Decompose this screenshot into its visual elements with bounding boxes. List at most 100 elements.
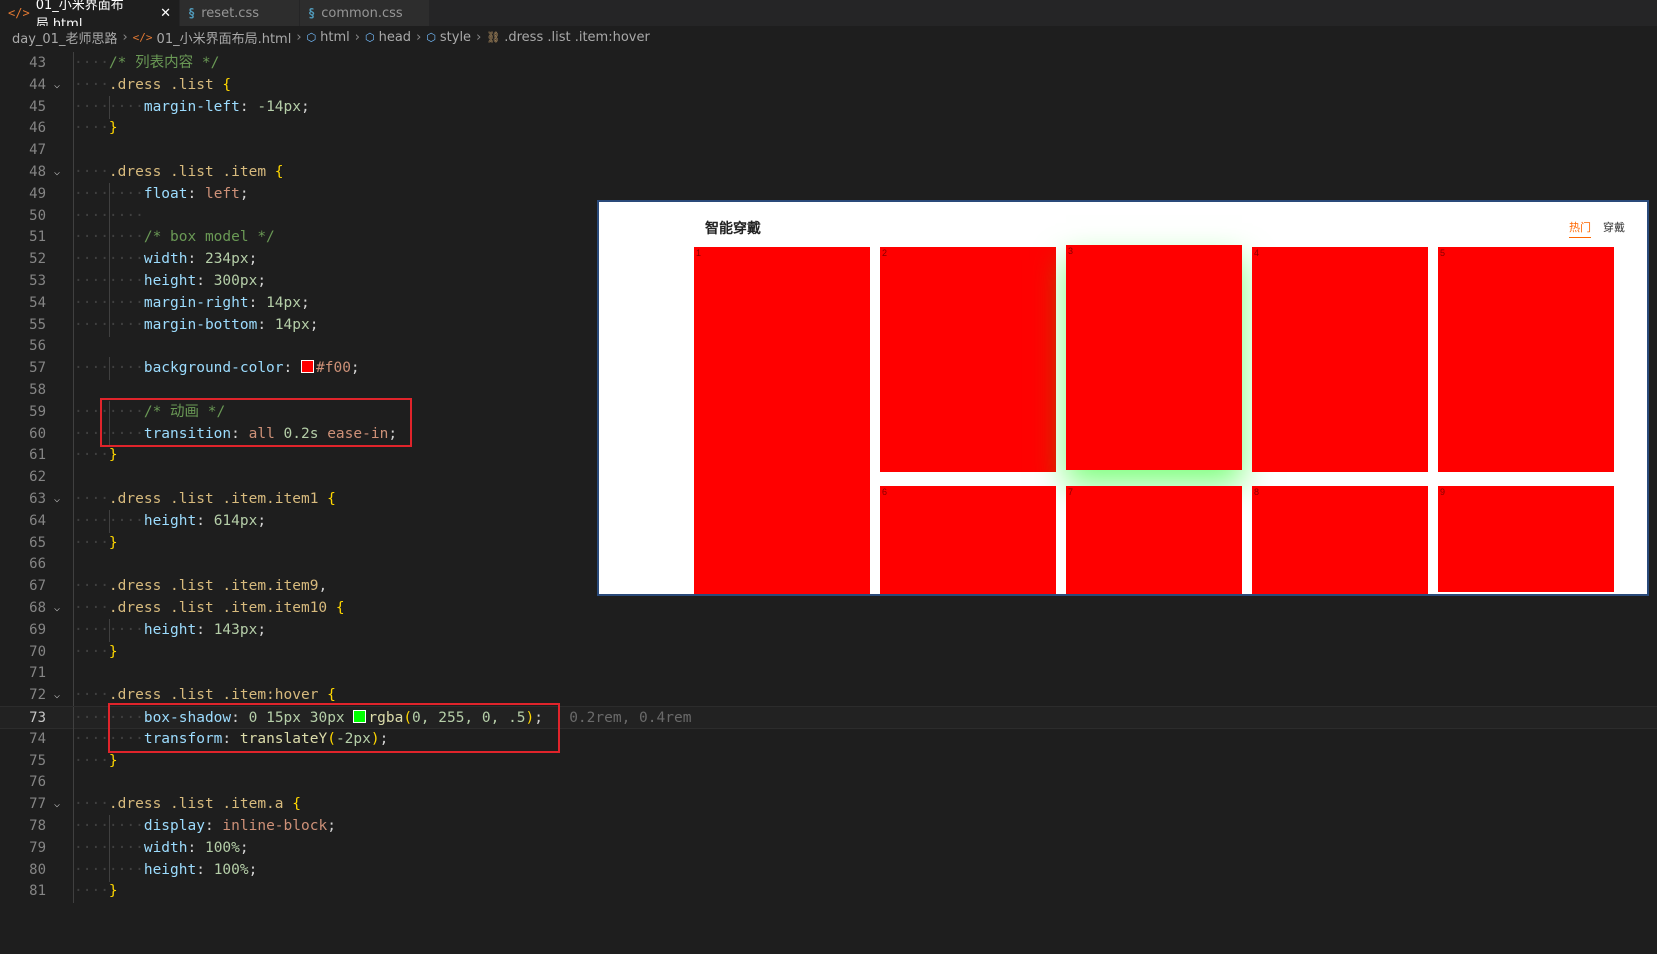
code-token: .dress .list .item:hover [108,687,328,704]
fold-chevron-icon[interactable]: ⌵ [54,161,60,184]
line-number: 49 [29,185,46,202]
editor-tab-label: common.css [321,5,403,21]
code-token: 143px [213,621,258,638]
product-card[interactable]: 7 [1066,486,1242,594]
code-line[interactable]: 68 ⌵ ····.dress .list .item.item10 { [0,597,1657,620]
code-token: : [187,251,205,268]
line-number: 54 [29,294,46,311]
code-line[interactable]: 75 ····} [0,749,1657,773]
line-number: 66 [29,556,46,573]
line-number: 62 [29,469,46,486]
product-card[interactable]: 4 [1252,247,1428,472]
code-token: : [248,294,267,311]
product-card[interactable]: 9 [1438,486,1614,592]
code-line[interactable]: 77 ⌵ ····.dress .list .item.a { [0,793,1657,817]
line-number: 71 [29,665,46,682]
code-line[interactable]: 81 ····} [0,880,1657,904]
code-text: ········height: 143px; [74,621,267,638]
code-token: .dress .list .item [108,164,275,180]
fold-chevron-icon[interactable]: ⌵ [54,684,60,707]
color-swatch[interactable] [301,360,314,374]
line-number: 48 [29,164,46,180]
product-card[interactable]: 6 [880,486,1056,594]
line-number: 58 [29,382,46,398]
breadcrumb-item[interactable]: .dress .list .item:hover [504,30,650,45]
code-text: ········height: 614px; [74,512,267,529]
code-line[interactable]: 79 ········width: 100%; [0,836,1657,860]
code-line[interactable]: 70 ····} [0,640,1657,664]
code-text: ····.dress .list .item.item10 { [74,600,345,616]
editor-tab[interactable]: § reset.css [180,0,300,26]
code-token: { [335,600,345,616]
code-line[interactable]: 45 ········margin-left: -14px; [0,95,1657,119]
fold-chevron-icon[interactable]: ⌵ [54,597,60,620]
code-token: 100% [213,861,249,878]
css-file-icon: § [188,6,196,20]
product-card[interactable]: 2 [880,247,1056,472]
element-icon: ⬡ [426,30,436,44]
code-text: ········height: 100%; [74,861,258,878]
code-line[interactable]: 43 ····/* 列表内容 */ [0,52,1657,75]
code-line[interactable]: 46 ····} [0,117,1657,141]
code-line[interactable]: 44 ⌵ ····.dress .list { [0,73,1657,97]
code-token: : [239,98,258,115]
preview-tab-wearables[interactable]: 穿戴 [1603,219,1625,238]
code-token: ; [257,621,267,638]
editor-tab-bar: </> 01_小米界面布局.html ✕ § reset.css § common.css [0,0,1657,32]
code-token: /* box model */ [143,229,275,246]
preview-section-title: 智能穿戴 [705,220,761,236]
editor-tab[interactable]: </> 01_小米界面布局.html ✕ [0,0,180,32]
chevron-right-icon: › [122,29,128,45]
code-text: ········width: 234px; [74,251,258,268]
code-token: ; [239,185,249,202]
code-token: : [196,273,214,289]
code-token: { [327,687,336,704]
line-number: 43 [29,55,46,71]
code-text: ········float: left; [74,185,249,202]
code-line[interactable]: 76 [0,771,1657,795]
code-token: ; [248,251,258,268]
code-line[interactable]: 80 ········height: 100%; [0,858,1657,882]
code-text: ····} [74,534,118,551]
line-number: 44 [29,76,46,93]
code-token: } [108,447,118,464]
code-token: width [143,251,188,268]
line-number: 79 [29,839,46,856]
fold-chevron-icon[interactable]: ⌵ [54,488,60,511]
preview-tab-group: 热门 穿戴 [1569,219,1625,238]
line-number: 46 [29,120,46,137]
editor-tab[interactable]: § common.css [300,0,430,26]
code-token: float [143,185,188,202]
line-number: 69 [29,621,46,638]
product-card[interactable]: 5 [1438,247,1614,472]
code-token: 14px [274,316,310,333]
breadcrumb-item[interactable]: head [379,30,411,45]
product-card[interactable]: 1 [694,247,870,594]
indent-guide [73,466,74,490]
breadcrumb-item[interactable]: 01_小米界面布局.html [157,28,292,47]
code-token: inline-block [222,818,328,834]
code-line[interactable]: 48 ⌵ ····.dress .list .item { [0,161,1657,184]
code-token: margin-left [143,98,240,115]
code-line[interactable]: 69 ········height: 143px; [0,618,1657,642]
code-line[interactable]: 47 [0,139,1657,163]
code-text: ········ [74,207,144,224]
line-number: 45 [29,98,46,115]
breadcrumb-item[interactable]: html [320,30,350,45]
code-text: ········background-color: #f00; [74,360,360,377]
code-line[interactable]: 78 ········display: inline-block; [0,815,1657,838]
fold-chevron-icon[interactable]: ⌵ [54,793,60,816]
product-card[interactable]: 3 [1066,245,1242,470]
fold-chevron-icon[interactable]: ⌵ [54,74,60,97]
breadcrumb-item[interactable]: day_01_老师思路 [12,28,117,47]
product-card[interactable]: 8 [1252,486,1428,594]
code-token: : [196,512,214,529]
line-number: 74 [29,730,46,747]
code-token: ; [257,273,267,289]
preview-tab-hot[interactable]: 热门 [1569,219,1591,238]
css-file-icon: § [308,6,316,20]
close-icon[interactable]: ✕ [160,6,171,21]
code-line[interactable]: 71 [0,662,1657,686]
code-text: ····/* 列表内容 */ [74,55,220,71]
breadcrumb-item[interactable]: style [440,30,471,45]
